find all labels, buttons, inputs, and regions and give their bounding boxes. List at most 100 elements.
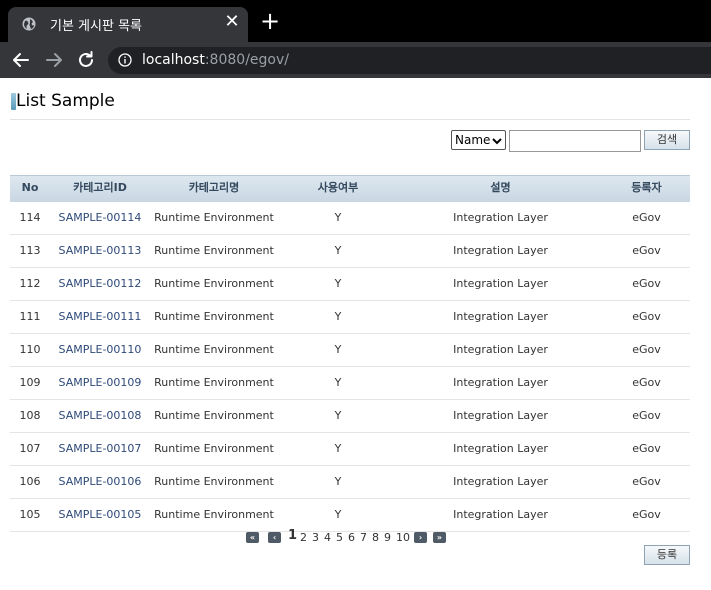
row-category-id[interactable]: SAMPLE-00107 <box>50 433 150 464</box>
page-link[interactable]: 10 <box>396 531 410 544</box>
reload-icon[interactable] <box>74 48 98 72</box>
row-registrant: eGov <box>632 475 661 488</box>
next-page-icon[interactable]: › <box>414 532 427 543</box>
row-no: 113 <box>19 244 41 257</box>
header-category-name[interactable]: 카테고리명 <box>150 176 278 202</box>
row-registrant: eGov <box>632 211 661 224</box>
row-use-yn: Y <box>334 508 342 521</box>
row-use-yn: Y <box>334 244 342 257</box>
row-category-name: Runtime Environment <box>154 211 274 224</box>
new-tab-icon[interactable]: + <box>258 9 282 33</box>
row-description: Integration Layer <box>453 508 548 521</box>
row-registrant: eGov <box>632 277 661 290</box>
table-row: 110 SAMPLE-00110 Runtime Environment Y Integ… <box>10 334 690 367</box>
row-category-id[interactable]: SAMPLE-00112 <box>50 268 150 299</box>
info-icon[interactable] <box>118 53 132 67</box>
chevron-down-icon <box>492 138 502 145</box>
row-use-yn: Y <box>334 211 342 224</box>
forward-arrow-icon[interactable] <box>42 48 66 72</box>
row-category-id[interactable]: SAMPLE-00105 <box>50 499 150 530</box>
row-category-name: Runtime Environment <box>154 310 274 323</box>
table-row: 106 SAMPLE-00106 Runtime Environment Y Integ… <box>10 466 690 499</box>
row-registrant: eGov <box>632 508 661 521</box>
row-category-id[interactable]: SAMPLE-00110 <box>50 334 150 365</box>
browser-tabstrip: 기본 게시판 목록 ✕ + <box>0 0 711 42</box>
row-category-id[interactable]: SAMPLE-00108 <box>50 400 150 431</box>
row-no: 114 <box>19 211 41 224</box>
globe-icon <box>22 17 36 31</box>
row-description: Integration Layer <box>453 310 548 323</box>
header-no[interactable]: No <box>10 176 50 202</box>
row-description: Integration Layer <box>453 475 548 488</box>
header-registrant[interactable]: 등록자 <box>603 176 690 202</box>
row-category-id[interactable]: SAMPLE-00113 <box>50 235 150 266</box>
row-no: 105 <box>19 508 41 521</box>
row-description: Integration Layer <box>453 244 548 257</box>
row-category-name: Runtime Environment <box>154 409 274 422</box>
row-description: Integration Layer <box>453 343 548 356</box>
header-description[interactable]: 설명 <box>398 176 603 202</box>
row-description: Integration Layer <box>453 277 548 290</box>
row-category-name: Runtime Environment <box>154 244 274 257</box>
page-link-current[interactable]: 1 <box>288 528 297 543</box>
category-table: No 카테고리ID 카테고리명 사용여부 설명 등록자 114 SAMPLE-00… <box>10 175 690 532</box>
row-category-id[interactable]: SAMPLE-00114 <box>50 202 150 233</box>
row-use-yn: Y <box>334 442 342 455</box>
search-type-select[interactable]: Name <box>451 130 506 150</box>
address-bar[interactable]: localhost:8080/egov/ <box>108 47 711 74</box>
search-type-value: Name <box>455 133 491 147</box>
row-description: Integration Layer <box>453 211 548 224</box>
row-no: 112 <box>19 277 41 290</box>
row-registrant: eGov <box>632 409 661 422</box>
page-link[interactable]: 2 <box>300 531 307 544</box>
title-divider <box>10 119 690 120</box>
row-registrant: eGov <box>632 343 661 356</box>
row-category-name: Runtime Environment <box>154 508 274 521</box>
row-category-id[interactable]: SAMPLE-00111 <box>50 301 150 332</box>
page-link[interactable]: 8 <box>372 531 379 544</box>
row-description: Integration Layer <box>453 442 548 455</box>
row-use-yn: Y <box>334 376 342 389</box>
page-title: List Sample <box>16 91 115 111</box>
row-category-name: Runtime Environment <box>154 442 274 455</box>
page-link[interactable]: 6 <box>348 531 355 544</box>
last-page-icon[interactable]: » <box>433 532 446 543</box>
row-no: 107 <box>19 442 41 455</box>
row-category-id[interactable]: SAMPLE-00109 <box>50 367 150 398</box>
page-content: List Sample Name 검색 No 카테고리ID 카테고리명 사용여부… <box>0 78 711 590</box>
url-host: localhost <box>142 52 205 68</box>
register-button[interactable]: 등록 <box>644 545 690 565</box>
row-category-id[interactable]: SAMPLE-00106 <box>50 466 150 497</box>
row-category-name: Runtime Environment <box>154 376 274 389</box>
page-link[interactable]: 7 <box>360 531 367 544</box>
page-link[interactable]: 9 <box>384 531 391 544</box>
row-description: Integration Layer <box>453 409 548 422</box>
prev-page-icon[interactable]: ‹ <box>268 532 281 543</box>
row-use-yn: Y <box>334 343 342 356</box>
row-registrant: eGov <box>632 310 661 323</box>
row-use-yn: Y <box>334 409 342 422</box>
row-registrant: eGov <box>632 376 661 389</box>
table-row: 107 SAMPLE-00107 Runtime Environment Y Integ… <box>10 433 690 466</box>
table-row: 105 SAMPLE-00105 Runtime Environment Y Integ… <box>10 499 690 532</box>
row-category-name: Runtime Environment <box>154 475 274 488</box>
row-no: 108 <box>19 409 41 422</box>
back-arrow-icon[interactable] <box>9 48 33 72</box>
header-category-id[interactable]: 카테고리ID <box>50 176 150 202</box>
row-category-name: Runtime Environment <box>154 277 274 290</box>
tab-title: 기본 게시판 목록 <box>50 19 142 34</box>
page-link[interactable]: 5 <box>336 531 343 544</box>
search-button[interactable]: 검색 <box>644 130 690 150</box>
page-link[interactable]: 3 <box>312 531 319 544</box>
browser-tab[interactable]: 기본 게시판 목록 ✕ <box>8 7 248 42</box>
search-input[interactable] <box>509 130 641 152</box>
row-no: 111 <box>19 310 41 323</box>
tab-close-icon[interactable]: ✕ <box>222 12 242 32</box>
row-use-yn: Y <box>334 277 342 290</box>
row-category-name: Runtime Environment <box>154 343 274 356</box>
first-page-icon[interactable]: « <box>246 532 259 543</box>
table-row: 111 SAMPLE-00111 Runtime Environment Y Integ… <box>10 301 690 334</box>
row-no: 106 <box>19 475 41 488</box>
header-use-yn[interactable]: 사용여부 <box>278 176 398 202</box>
page-link[interactable]: 4 <box>324 531 331 544</box>
